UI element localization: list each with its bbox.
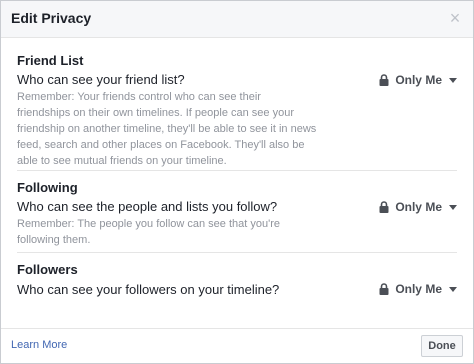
divider	[17, 170, 457, 171]
dialog-footer: Learn More Done	[1, 328, 473, 363]
lock-icon	[379, 283, 389, 295]
followers-question: Who can see your followers on your timel…	[17, 282, 280, 297]
audience-label: Only Me	[395, 282, 442, 296]
chevron-down-icon	[449, 204, 457, 210]
learn-more-link[interactable]: Learn More	[11, 339, 67, 351]
chevron-down-icon	[449, 77, 457, 83]
lock-icon	[379, 74, 389, 86]
section-title-following: Following	[17, 180, 78, 195]
friend-list-audience-selector[interactable]: Only Me	[379, 71, 457, 89]
following-question: Who can see the people and lists you fol…	[17, 199, 278, 214]
lock-icon	[379, 201, 389, 213]
audience-label: Only Me	[395, 200, 442, 214]
edit-privacy-dialog: Edit Privacy × Friend List Who can see y…	[0, 0, 474, 364]
following-remember-note: Remember: The people you follow can see …	[17, 218, 280, 246]
friend-list-remember-note: Remember: Your friends control who can s…	[17, 91, 317, 167]
followers-audience-selector[interactable]: Only Me	[379, 280, 457, 298]
divider	[17, 252, 457, 253]
following-section: Following Who can see the people and lis…	[17, 180, 457, 246]
audience-label: Only Me	[395, 73, 442, 87]
friend-list-section: Friend List Who can see your friend list…	[17, 53, 457, 167]
dialog-title: Edit Privacy	[11, 10, 92, 26]
close-icon[interactable]: ×	[447, 9, 463, 27]
friend-list-question: Who can see your friend list?	[17, 72, 185, 87]
done-button[interactable]: Done	[421, 335, 463, 357]
dialog-header: Edit Privacy ×	[1, 1, 473, 38]
following-audience-selector[interactable]: Only Me	[379, 198, 457, 216]
chevron-down-icon	[449, 286, 457, 292]
section-title-followers: Followers	[17, 262, 78, 277]
section-title-friend-list: Friend List	[17, 53, 84, 68]
followers-section: Followers Who can see your followers on …	[17, 262, 457, 302]
